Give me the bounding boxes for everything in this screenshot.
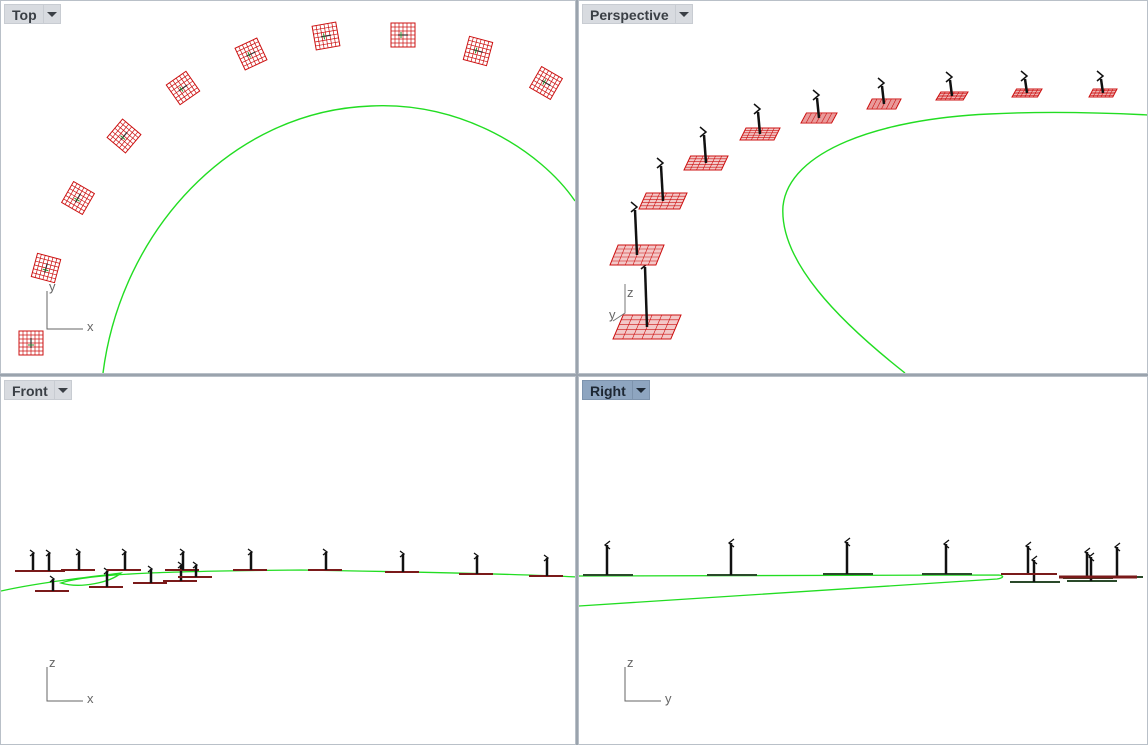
grid-object xyxy=(609,201,665,266)
grid-object xyxy=(234,37,268,71)
post-object xyxy=(107,548,141,571)
curve xyxy=(102,104,575,373)
grid-object xyxy=(18,330,44,356)
viewport-top[interactable]: Top y x xyxy=(0,0,576,374)
post-object xyxy=(707,538,757,576)
post-object xyxy=(1004,541,1054,575)
viewport-title[interactable]: Front xyxy=(4,380,54,400)
post-object xyxy=(922,539,972,575)
post-object xyxy=(1010,555,1060,583)
axis-label-x: x xyxy=(87,319,94,334)
post-object xyxy=(583,540,633,576)
axis-widget: z x xyxy=(46,655,94,706)
post-object xyxy=(459,552,493,575)
viewport-perspective[interactable]: Perspective z y xyxy=(578,0,1148,374)
grid-objects xyxy=(18,21,564,356)
grid-object xyxy=(30,252,62,284)
chevron-down-icon[interactable] xyxy=(631,380,650,400)
curve xyxy=(579,574,1004,607)
axis-label-y: y xyxy=(609,307,616,322)
grid-object xyxy=(638,157,688,210)
grid-object xyxy=(612,258,682,340)
post-object xyxy=(61,548,95,571)
grid-object xyxy=(311,21,341,51)
front-view-canvas[interactable]: z x xyxy=(1,377,576,745)
post-object xyxy=(233,548,267,571)
post-object xyxy=(308,548,342,571)
axis-label-y: y xyxy=(49,279,56,294)
viewport-title[interactable]: Right xyxy=(582,380,632,400)
axis-widget: z y xyxy=(624,655,672,706)
right-view-canvas[interactable]: z y xyxy=(579,377,1148,745)
viewport-title[interactable]: Top xyxy=(4,4,43,24)
axis-widget: y x xyxy=(46,279,94,334)
grid-object xyxy=(106,118,142,154)
grid-object xyxy=(683,126,729,171)
post-object xyxy=(31,549,65,572)
grid-object xyxy=(1088,70,1118,98)
post-object xyxy=(15,549,49,572)
post-object xyxy=(529,554,563,577)
post-object xyxy=(385,550,419,573)
grid-object xyxy=(528,65,564,101)
post-object xyxy=(1063,547,1113,579)
axis-label-z: z xyxy=(627,655,634,670)
grid-object xyxy=(165,70,201,106)
viewport-right[interactable]: Right z y xyxy=(578,376,1148,745)
axis-label-x: x xyxy=(87,691,94,706)
chevron-down-icon[interactable] xyxy=(42,4,61,24)
chevron-down-icon[interactable] xyxy=(53,380,72,400)
grid-object xyxy=(60,180,96,216)
grid-object xyxy=(866,77,902,110)
curve xyxy=(782,111,1147,373)
grid-object xyxy=(935,71,969,101)
viewport-front[interactable]: Front z x xyxy=(0,376,576,745)
post-object xyxy=(1093,542,1143,578)
grid-object xyxy=(390,22,416,48)
grid-object xyxy=(739,103,781,141)
axis-label-z: z xyxy=(627,285,634,300)
grid-object xyxy=(800,89,838,124)
chevron-down-icon[interactable] xyxy=(674,4,693,24)
axis-label-z: z xyxy=(49,655,56,670)
post-object xyxy=(133,565,167,584)
viewport-tab-perspective[interactable]: Perspective xyxy=(582,4,693,24)
viewport-tab-top[interactable]: Top xyxy=(4,4,61,24)
perspective-view-canvas[interactable]: z y xyxy=(579,1,1148,374)
grid-objects xyxy=(609,70,1118,340)
axis-label-y: y xyxy=(665,691,672,706)
viewport-tab-right[interactable]: Right xyxy=(582,380,650,400)
viewport-tab-front[interactable]: Front xyxy=(4,380,72,400)
top-view-canvas[interactable]: y x xyxy=(1,1,576,374)
grid-object xyxy=(462,35,494,67)
grid-object xyxy=(1011,70,1043,98)
post-object xyxy=(823,537,873,575)
viewport-title[interactable]: Perspective xyxy=(582,4,675,24)
